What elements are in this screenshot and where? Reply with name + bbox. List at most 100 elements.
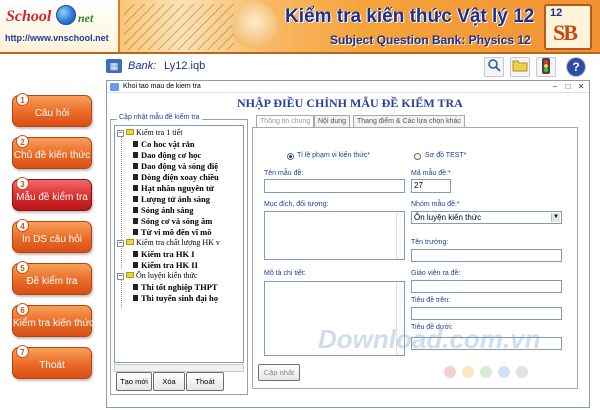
vnschool-logo[interactable]: School net http://www.vnschool.net (0, 0, 120, 52)
watermark-dot (444, 366, 456, 378)
tab-thong-tin-chung[interactable]: Thông tin chung (256, 115, 315, 127)
document-icon (133, 196, 138, 202)
tree-item[interactable]: Dao động và sóng điệ (133, 161, 218, 171)
purpose-scrollbar[interactable] (396, 212, 404, 259)
bank-label: Bank: (128, 60, 157, 72)
code-label: Mã mẫu đề:* (411, 170, 451, 177)
tree-item-label: Thi tuyển sinh đại họ (141, 293, 219, 303)
tree-item[interactable]: Co hoc vật rắn (133, 139, 195, 149)
tree-item-label: Thi tốt nghiệp THPT (141, 282, 218, 292)
collapse-icon[interactable]: − (117, 130, 124, 137)
search-icon[interactable] (484, 57, 504, 77)
nav-number: 7 (16, 345, 29, 358)
group-select-value: Ôn luyện kiến thức (414, 213, 482, 222)
tree-item-label: Sóng ánh sáng (141, 205, 194, 215)
folder-icon[interactable] (510, 57, 530, 77)
nav-label: Thoát (39, 360, 65, 371)
minimize-icon[interactable]: – (549, 82, 561, 92)
exit-button[interactable]: Thoát (186, 372, 224, 391)
collapse-icon[interactable]: − (117, 240, 124, 247)
nav-kiem-tra-kien-thuc[interactable]: 6 Kiểm tra kiến thức (12, 303, 94, 337)
tree-item-label: Sóng cơ và sóng âm (141, 216, 213, 226)
document-icon (133, 262, 138, 268)
document-icon (133, 251, 138, 257)
nav-label: In DS câu hỏi (21, 234, 83, 245)
bank-file: Ly12.iqb (164, 60, 206, 72)
sb-number: 12 (550, 7, 563, 19)
tree-item[interactable]: Thi tuyển sinh đại họ (133, 293, 218, 303)
document-icon (133, 284, 138, 290)
maximize-icon[interactable]: □ (562, 82, 574, 92)
tree-folder-label: Kiểm tra 1 tiết (136, 128, 183, 137)
code-field[interactable]: 27 (411, 179, 451, 193)
form-heading: NHẬP ĐIỀU CHỈNH MẪU ĐỀ KIỂM TRA (237, 96, 463, 110)
nav-chu-de-kien-thuc[interactable]: 2 Chủ đề kiến thức (12, 135, 92, 169)
group-select[interactable]: Ôn luyện kiến thức ▼ (411, 211, 562, 224)
document-icon (133, 229, 138, 235)
watermark-dot (516, 366, 528, 378)
tree-folder[interactable]: − Kiểm tra chất lượng HK v (117, 238, 220, 248)
tree-item[interactable]: Dòng điện xoay chiều (133, 172, 219, 182)
close-icon[interactable]: ✕ (575, 82, 587, 92)
tree-item-label: Hạt nhân nguyên tử (141, 183, 214, 193)
school-label: Tên trường: (411, 239, 449, 246)
sb-logo: 12 SB (544, 4, 592, 50)
tab-noi-dung[interactable]: Nội dung (314, 115, 351, 127)
help-icon[interactable]: ? (566, 57, 586, 77)
nav-number: 3 (16, 177, 29, 190)
tree-item[interactable]: Lượng tử ánh sáng (133, 194, 210, 204)
update-button[interactable]: Cập nhật (258, 364, 300, 381)
traffic-light-icon[interactable] (536, 57, 556, 77)
name-field[interactable] (264, 179, 405, 193)
nav-cau-hoi[interactable]: 1 Câu hỏi (12, 93, 92, 127)
school-field[interactable] (411, 249, 562, 262)
logo-url[interactable]: http://www.vnschool.net (5, 33, 109, 43)
new-button[interactable]: Tạo mới (116, 372, 152, 391)
logo-net: net (78, 11, 94, 25)
top-title-field[interactable] (411, 307, 562, 320)
purpose-textarea[interactable] (264, 211, 405, 260)
tree-item-label: Lượng tử ánh sáng (141, 194, 211, 204)
purpose-label: Mục đích, đối tượng: (264, 201, 329, 208)
tree-item[interactable]: Hạt nhân nguyên tử (133, 183, 214, 193)
tree-horizontal-scrollbar[interactable] (114, 364, 244, 372)
radio-test[interactable] (414, 153, 421, 160)
tree-item[interactable]: Kiểm tra HK II (133, 260, 198, 270)
tree-folder[interactable]: − Kiểm tra 1 tiết (117, 128, 182, 138)
watermark: Download.com.vn (318, 324, 541, 354)
radio-scope[interactable] (287, 153, 294, 160)
tree-item[interactable]: Dao động cơ học (133, 150, 201, 160)
template-tree[interactable]: − Kiểm tra 1 tiết Co hoc vật rắn Dao động… (114, 125, 244, 363)
folder-icon (126, 239, 134, 245)
toolbar: ▦ Bank: Ly12.iqb ? (100, 56, 600, 78)
tab-thang-diem[interactable]: Thang điểm & Các lựa chọn khác (353, 115, 465, 127)
tree-item[interactable]: Sóng ánh sáng (133, 205, 193, 215)
document-icon (133, 218, 138, 224)
tree-item[interactable]: Từ vi mô đến vĩ mô (133, 227, 212, 237)
teacher-field[interactable] (411, 280, 562, 293)
chevron-down-icon[interactable]: ▼ (551, 213, 560, 222)
nav-de-kiem-tra[interactable]: 5 Đề kiểm tra (12, 261, 92, 295)
radio-scope-label: Tỉ lệ phạm vi kiến thức* (297, 152, 371, 159)
nav-thoat[interactable]: 7 Thoát (12, 345, 92, 379)
tree-folder[interactable]: − Ôn luyện kiến thức (117, 271, 197, 281)
teacher-label: Giáo viên ra đề: (411, 270, 461, 277)
tree-item[interactable]: Thi tốt nghiệp THPT (133, 282, 218, 292)
detail-label: Mô tả chi tiết: (264, 270, 306, 277)
nav-number: 1 (16, 93, 29, 106)
tree-item[interactable]: Kiểm tra HK I (133, 249, 195, 259)
window-icon (110, 83, 119, 91)
template-group: Cập nhật mẫu đề kiểm tra − Kiểm tra 1 tiế… (110, 114, 248, 395)
document-icon (133, 295, 138, 301)
tree-item[interactable]: Sóng cơ và sóng âm (133, 216, 212, 226)
collapse-icon[interactable]: − (117, 273, 124, 280)
tree-item-label: Dòng điện xoay chiều (141, 172, 219, 182)
tree-line (121, 135, 122, 238)
sb-letters: SB (553, 20, 578, 45)
nav-in-ds-cau-hoi[interactable]: 4 In DS câu hỏi (12, 219, 92, 253)
document-icon (133, 174, 138, 180)
window-titlebar[interactable]: Khoi tao mau de kiem tra – □ ✕ (107, 81, 589, 93)
nav-mau-de-kiem-tra[interactable]: 3 Mẫu đề kiểm tra (12, 177, 92, 211)
bulb-icon (232, 2, 278, 52)
delete-button[interactable]: Xóa (153, 372, 185, 391)
